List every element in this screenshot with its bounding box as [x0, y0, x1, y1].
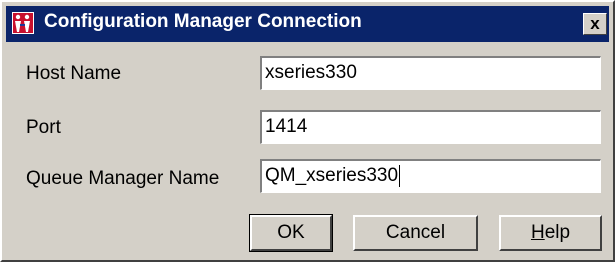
configuration-manager-icon: [12, 12, 34, 34]
host-name-field[interactable]: xseries330: [260, 56, 601, 90]
queue-manager-name-value: QM_xseries330: [265, 165, 399, 186]
host-name-label: Host Name: [26, 63, 122, 84]
window-title: Configuration Manager Connection: [44, 11, 362, 32]
queue-manager-name-field[interactable]: QM_xseries330: [260, 159, 601, 193]
cancel-button[interactable]: Cancel: [353, 215, 478, 251]
queue-manager-name-label: Queue Manager Name: [26, 168, 220, 189]
help-button[interactable]: Help: [499, 215, 602, 251]
text-caret: [399, 164, 401, 187]
port-field[interactable]: 1414: [260, 110, 601, 144]
ok-button[interactable]: OK: [249, 214, 333, 252]
port-label: Port: [26, 117, 61, 138]
close-icon[interactable]: x: [583, 13, 607, 35]
dialog-window: Configuration Manager Connection x Host …: [0, 0, 615, 262]
title-bar[interactable]: Configuration Manager Connection x: [6, 6, 609, 42]
